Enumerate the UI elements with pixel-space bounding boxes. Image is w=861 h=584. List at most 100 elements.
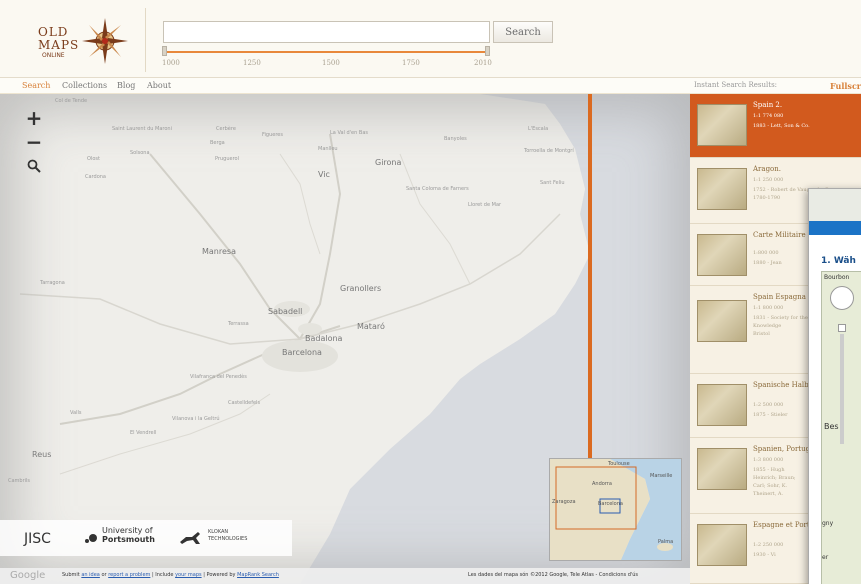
map-label: Banyoles [444,136,467,142]
result-scale: 1:1 250 000 [753,177,784,183]
result-thumbnail[interactable] [697,448,747,490]
logo-line-3: ONLINE [42,52,65,59]
result-scale: 1:1 774 080 [753,113,784,119]
map-label: Saint Laurent du Maroni [112,126,172,132]
result-title: Aragon. [753,165,782,173]
map-label: Cardona [85,174,106,180]
jisc-logo[interactable]: JISC [24,531,51,547]
timeline-tick: 1500 [322,59,340,67]
time-range-end-handle[interactable] [485,46,490,56]
footer-text-4: | Powered by [203,572,236,578]
klokan-logo[interactable]: KLOKAN TECHNOLOGIES [178,528,278,548]
google-logo[interactable]: Google [10,570,45,581]
result-thumbnail[interactable] [697,524,747,566]
map-label: Pruguerol [215,156,239,162]
result-thumbnail[interactable] [697,300,747,342]
map-attribution[interactable]: Les dades del mapa són ©2012 Google, Tel… [468,572,638,578]
overlapping-window[interactable]: 1. Wäh Bourbon Bes gny er [808,188,861,584]
search-button[interactable]: Search [493,21,553,43]
popup-map-label: Bourbon [824,274,850,281]
footer-text: Submit an idea or report a problem | Inc… [62,572,279,578]
include-maps-link[interactable]: your maps [175,572,202,578]
klokan-line-2: TECHNOLOGIES [208,536,248,542]
overview-label: Palma [658,539,674,545]
overview-map[interactable]: Toulouse Andorra Marseille Zaragoza Barc… [549,458,682,561]
map-label: L'Escala [528,126,549,132]
nav-blog[interactable]: Blog [117,81,135,90]
portsmouth-mark-icon [85,534,97,543]
app-window: OLD MAPS ONLINE Search 1000 1250 1500 17… [0,0,861,584]
map-canvas[interactable]: Col de Tende Saint Laurent du Maroni Cer… [0,94,690,584]
overview-label: Andorra [592,481,612,487]
overview-label: Barcelona [598,501,623,507]
time-range-start-handle[interactable] [162,46,167,56]
result-title: Spanien, Portugal [753,445,817,453]
report-problem-link[interactable]: report a problem [108,572,150,578]
result-thumbnail[interactable] [697,104,747,146]
time-range-track[interactable] [165,51,488,53]
pan-control[interactable] [830,286,854,310]
result-thumbnail[interactable] [697,168,747,210]
top-nav: Search Collections Blog About Instant Se… [0,78,861,94]
logo-line-1: OLD [38,25,69,39]
logo-line-2: MAPS [38,38,80,52]
popup-map-label: gny [822,520,834,527]
footer-text-3: | Include [151,572,174,578]
map-label-city: Girona [375,158,402,167]
map-label: Sant Feliu [540,180,565,186]
map-label: Castelldefels [228,400,261,406]
result-title: Spain Espagna [753,293,806,301]
timeline-tick: 2010 [474,59,492,67]
portsmouth-line-1: University of [102,526,153,535]
timeline-tick: 1750 [402,59,420,67]
header-divider [145,8,146,72]
maprank-link[interactable]: MapRank Search [237,572,279,578]
timeline-tick: 1000 [162,59,180,67]
map-label: Santa Coloma de Farners [406,186,469,192]
map-label: Olost [87,156,100,162]
header: OLD MAPS ONLINE Search 1000 1250 1500 17… [0,0,861,78]
result-meta: 1883 - Lett, Son & Co. [753,123,810,129]
map-label: Valls [70,410,82,416]
result-item[interactable]: Spain 2. 1:1 774 080 1883 - Lett, Son & … [690,94,861,158]
map-label: Vilanova i la Geltrú [172,416,220,422]
map-label: Vilafranca del Penedès [190,374,247,380]
search-input[interactable] [163,21,490,43]
map-label: Solsona [130,150,150,156]
submit-idea-link[interactable]: an idea [81,572,100,578]
nav-collections[interactable]: Collections [62,81,107,90]
map-label-city: Mataró [357,322,385,331]
map-label-city: Reus [32,450,52,459]
nav-search[interactable]: Search [22,81,50,90]
compass-rose-icon [82,18,128,64]
map-label: Cerbère [216,126,236,132]
magnifier-icon[interactable] [24,156,44,176]
klokan-line-1: KLOKAN [208,529,229,535]
timeline-tick: 1250 [243,59,261,67]
zoom-in-button[interactable]: + [24,108,44,128]
old-maps-online-logo[interactable]: OLD MAPS ONLINE [20,10,140,70]
map-label: Col de Tende [55,98,88,104]
zoom-out-button[interactable]: − [24,132,44,152]
popup-zoom-in-button[interactable] [838,324,846,332]
overlapping-window-map[interactable]: Bourbon Bes gny er [821,271,861,584]
instant-search-label: Instant Search Results: [694,81,778,89]
portsmouth-line-2: Portsmouth [102,535,155,544]
map-label: Lloret de Mar [468,202,502,208]
result-thumbnail[interactable] [697,384,747,426]
nav-about[interactable]: About [147,81,171,90]
result-thumbnail[interactable] [697,234,747,276]
footer-text-2: or [101,572,107,578]
result-extent-line [588,94,592,474]
map-label: El Vendrell [130,430,157,436]
footer-text-1: Submit [62,572,80,578]
fullscreen-link[interactable]: Fullscr [830,81,861,91]
result-title: Spain 2. [753,101,783,109]
popup-map-label: er [822,554,829,561]
map-label: Berga [210,140,225,146]
overlapping-window-bar [809,221,861,235]
map-label: Figueres [262,132,283,138]
map-label-city: Granollers [340,284,382,293]
popup-zoom-slider[interactable] [840,334,844,444]
overview-label: Marseille [650,473,673,479]
